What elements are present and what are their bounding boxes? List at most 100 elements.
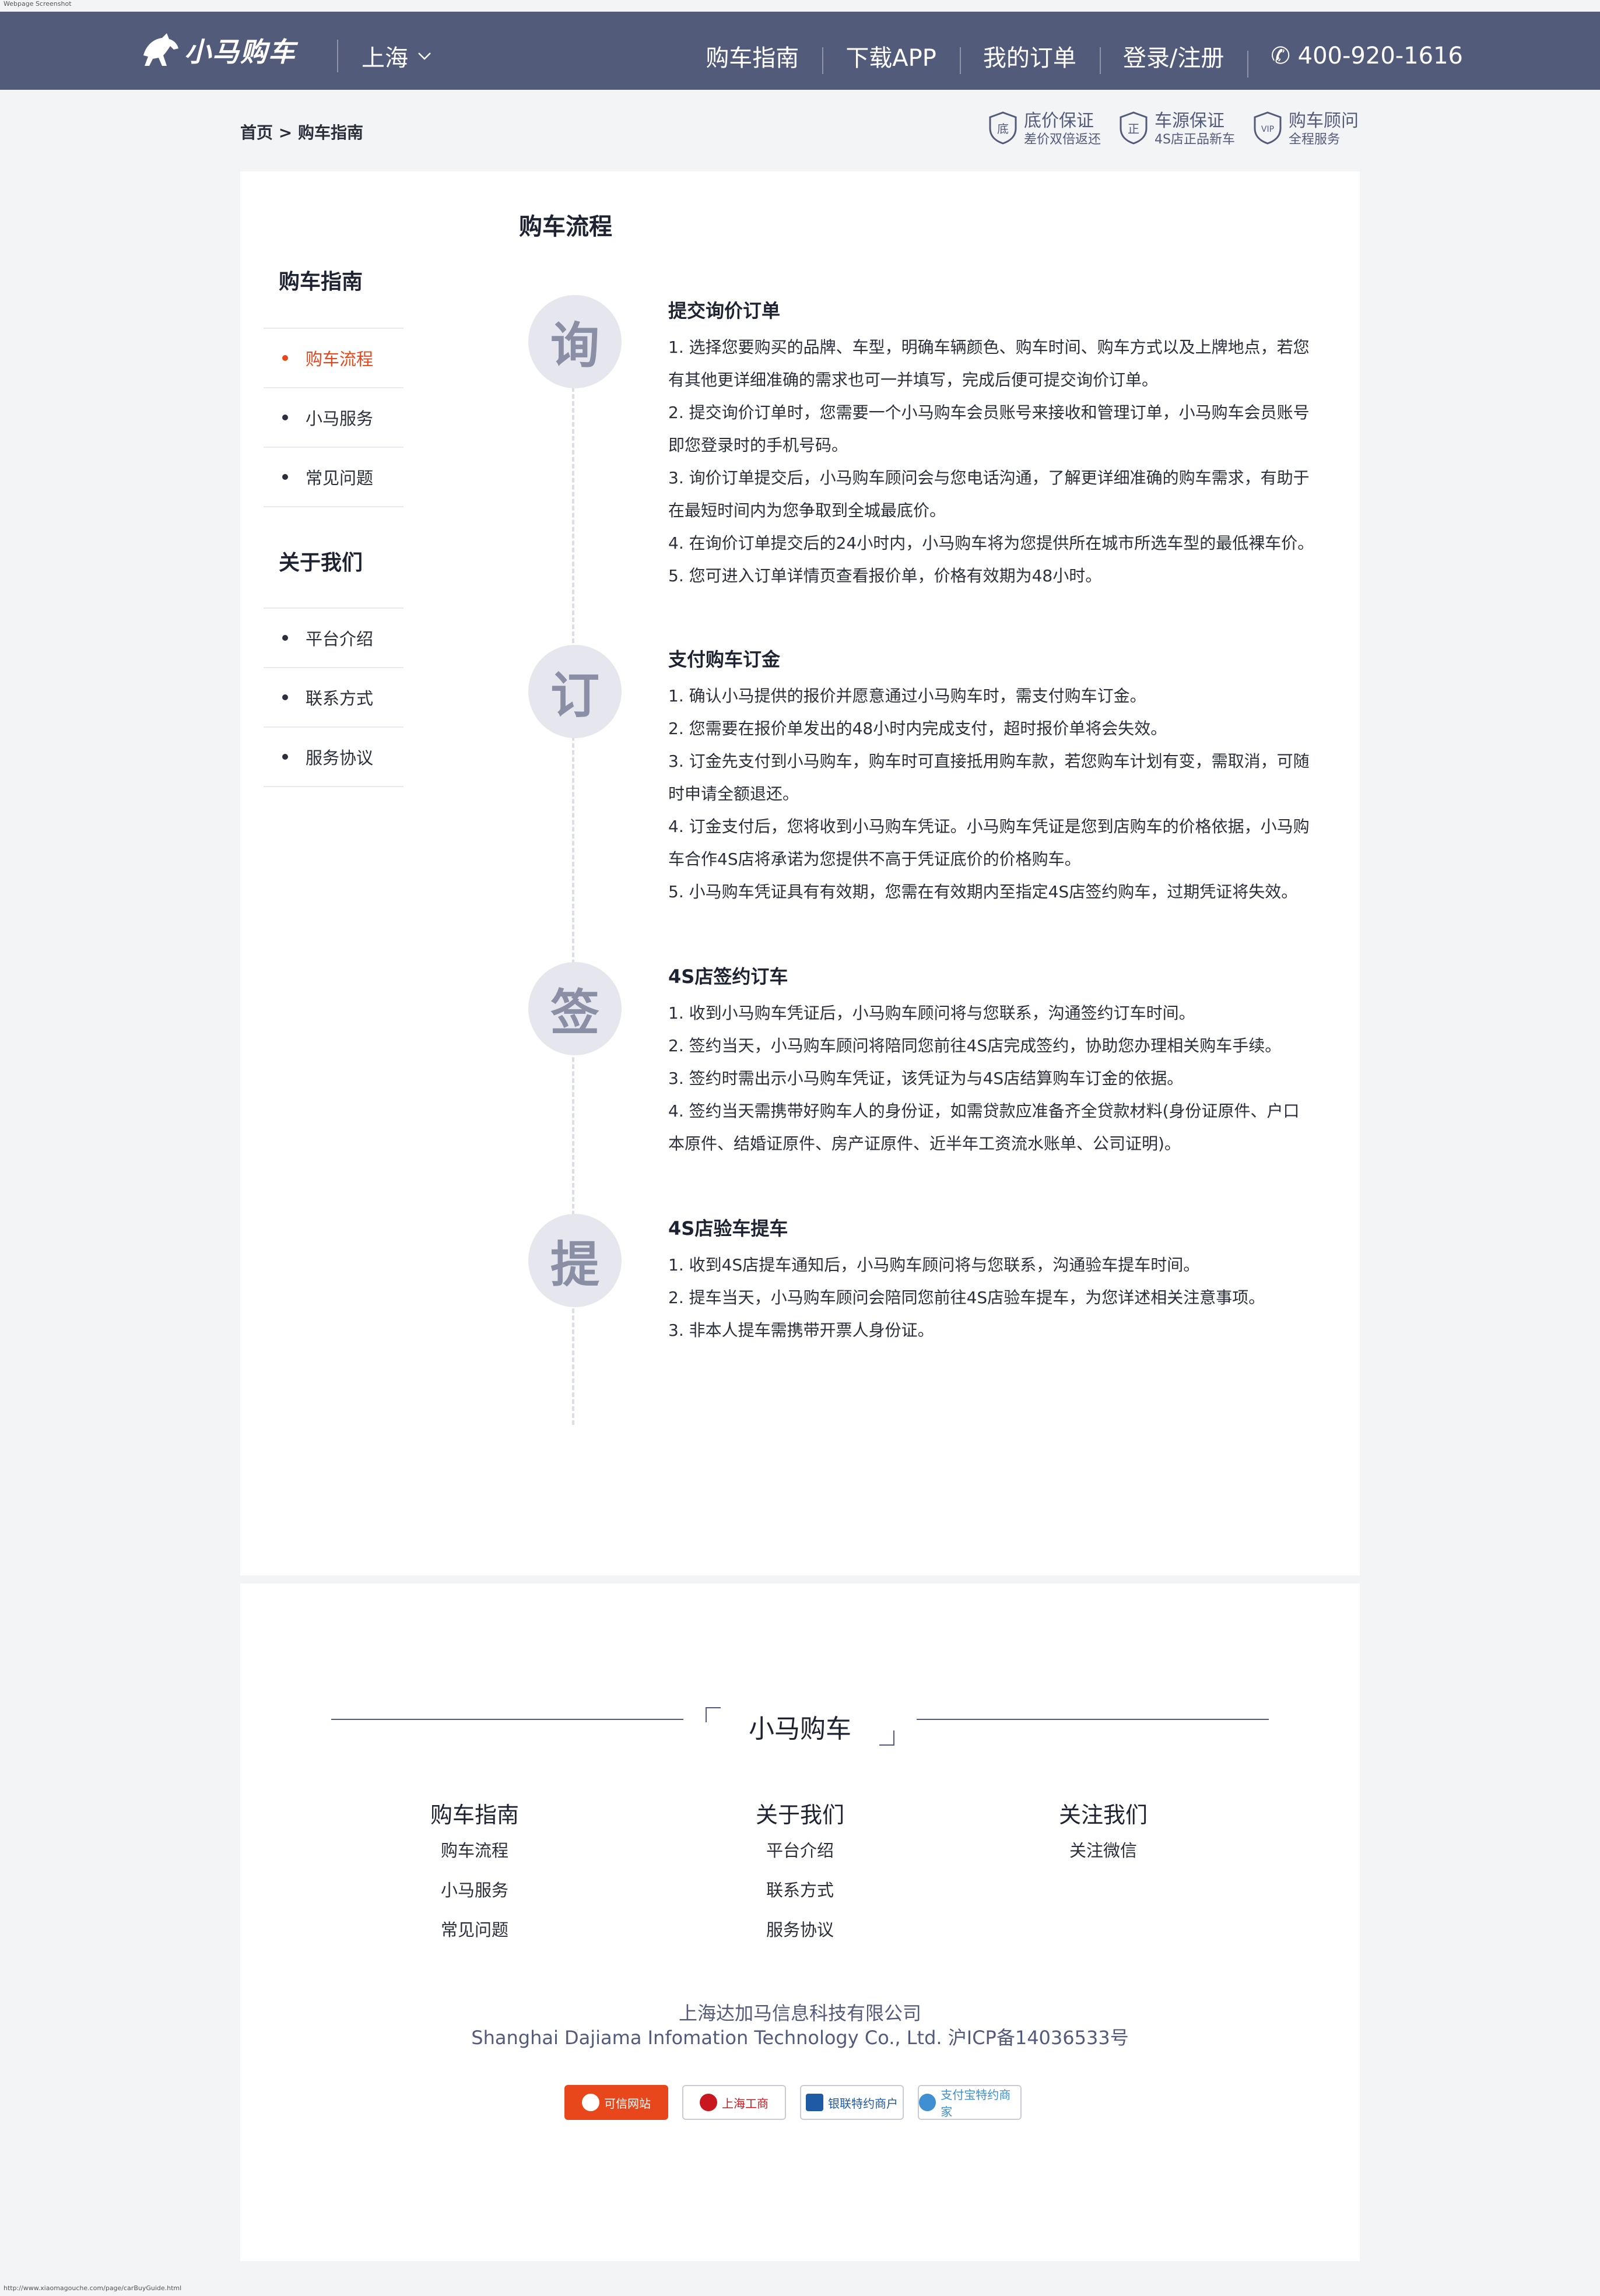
step-title: 4S店签约订车 [668, 966, 788, 988]
guarantee-lowest-price: 底 底价保证 差价双倍返还 [988, 111, 1101, 148]
main-content: 购车指南 购车流程 小马服务 常见问题 关于我们 平台介绍 联系方式 服务协议 … [240, 171, 1360, 1575]
step-badge-inquiry: 询 [528, 295, 622, 388]
step-sign: 4S店签约订车 1. 收到小马购车凭证后，小马购车顾问将与您联系，沟通签约订车时… [668, 962, 1321, 1160]
step-deposit: 支付购车订金 1. 确认小马提供的报价并愿意通过小马购车时，需支付购车订金。 2… [668, 645, 1321, 908]
step-text-line: 5. 您可进入订单详情页查看报价单，价格有效期为48小时。 [668, 566, 1102, 585]
step-text-line: 时申请全额退还。 [668, 784, 799, 803]
badge-label: 银联特约商户 [828, 2096, 898, 2111]
bullet-dot [282, 474, 288, 480]
sidebar-heading-guide: 购车指南 [279, 270, 363, 294]
badge-label: 支付宝特约商家 [941, 2088, 1011, 2119]
sidebar-item-label: 购车流程 [306, 349, 374, 369]
footer-col-title: 购车指南 [430, 1802, 519, 1828]
hotline-phone[interactable]: ✆ 400-920-1616 [1247, 43, 1463, 78]
step-text-line: 2. 提车当天，小马购车顾问会陪同您前往4S店验车提车，为您详述相关注意事项。 [668, 1288, 1265, 1307]
unionpay-icon [806, 2094, 823, 2111]
brand-name: 小马购车 [184, 36, 296, 68]
sidebar-item-agreement[interactable]: 服务协议 [264, 728, 403, 787]
sidebar-item-label: 服务协议 [306, 748, 374, 768]
footer-divider-right [917, 1719, 1269, 1720]
nav-login-register[interactable]: 登录/注册 [1099, 39, 1247, 74]
step-title: 4S店验车提车 [668, 1217, 788, 1240]
badge-label: 可信网站 [604, 2096, 651, 2111]
sidebar-about-list: 平台介绍 联系方式 服务协议 [264, 608, 403, 787]
step-text-line: 3. 非本人提车需携带开票人身份证。 [668, 1321, 934, 1340]
step-text-line: 3. 询价订单提交后，小马购车顾问会与您电话沟通，了解更详细准确的购车需求，有助… [668, 468, 1310, 487]
footer-link-faq[interactable]: 常见问题 [387, 1910, 562, 1950]
footer-link-wechat[interactable]: 关注微信 [1016, 1831, 1191, 1870]
city-selector[interactable]: 上海 [362, 35, 431, 77]
bullet-dot [282, 415, 288, 420]
sidebar-heading-about: 关于我们 [279, 551, 363, 575]
footer-col-follow: 关注我们 关注微信 [1016, 1797, 1191, 1870]
guarantee-advisor: VIP 购车顾问 全程服务 [1252, 111, 1359, 148]
shanghai-business-badge[interactable]: 上海工商 [682, 2085, 786, 2120]
vip-shield-icon: VIP [1254, 111, 1282, 145]
footer: 小马购车 购车指南 购车流程 小马服务 常见问题 关于我们 平台介绍 联系方式 … [240, 1584, 1360, 2261]
shield-icon: 正 [1120, 111, 1148, 145]
sidebar-guide-list: 购车流程 小马服务 常见问题 [264, 328, 403, 507]
screenshot-caption: Webpage Screenshot [3, 0, 72, 8]
step-text-line: 1. 收到4S店提车通知后，小马购车顾问将与您联系，沟通验车提车时间。 [668, 1255, 1200, 1275]
breadcrumb-separator: > [273, 123, 298, 142]
step-title: 提交询价订单 [668, 300, 781, 322]
step-badge-sign: 签 [528, 962, 622, 1055]
step-badge-pickup: 提 [528, 1214, 622, 1307]
sidebar-item-label: 平台介绍 [306, 629, 374, 649]
horse-icon [143, 33, 178, 66]
nav-buy-guide[interactable]: 购车指南 [682, 39, 822, 73]
badge-label: 上海工商 [722, 2096, 769, 2111]
sidebar-item-services[interactable]: 小马服务 [264, 388, 403, 448]
guarantee-genuine-car: 正 车源保证 4S店正品新车 [1118, 111, 1235, 148]
trust-badges: 可信网站 上海工商 银联特约商户 支付宝特约商家 [564, 2085, 1036, 2120]
step-title: 支付购车订金 [668, 648, 781, 670]
sidebar-item-contact[interactable]: 联系方式 [264, 668, 403, 728]
trusted-site-badge[interactable]: 可信网站 [564, 2085, 668, 2120]
footer-col-title: 关注我们 [1058, 1802, 1148, 1828]
shield-icon: 底 [989, 111, 1017, 145]
guarantee-subtitle: 4S店正品新车 [1155, 132, 1235, 147]
alipay-badge[interactable]: 支付宝特约商家 [918, 2085, 1022, 2120]
footer-link-process[interactable]: 购车流程 [387, 1831, 562, 1870]
step-pickup: 4S店验车提车 1. 收到4S店提车通知后，小马购车顾问将与您联系，沟通验车提车… [668, 1214, 1321, 1347]
step-text-line: 本原件、结婚证原件、房产证原件、近半年工资流水账单、公司证明)。 [668, 1134, 1181, 1153]
footer-link-agreement[interactable]: 服务协议 [713, 1910, 887, 1950]
guarantee-title: 车源保证 [1155, 111, 1225, 131]
footer-link-services[interactable]: 小马服务 [387, 1870, 562, 1910]
step-text-line: 3. 订金先支付到小马购车，购车时可直接抵用购车款，若您购车计划有变，需取消，可… [668, 752, 1310, 771]
chevron-down-icon [418, 52, 431, 60]
brand-logo[interactable]: 小马购车 [140, 29, 296, 71]
bullet-dot [282, 754, 288, 760]
sidebar-item-buy-process[interactable]: 购车流程 [264, 329, 403, 388]
header-divider [337, 40, 338, 72]
nav-download-app[interactable]: 下载APP [822, 39, 960, 74]
guarantee-subtitle: 差价双倍返还 [1024, 132, 1101, 147]
footer-link-platform[interactable]: 平台介绍 [713, 1831, 887, 1870]
step-text-line: 4. 在询价订单提交后的24小时内，小马购车将为您提供所在城市所选车型的最低裸车… [668, 533, 1314, 553]
page-title: 购车流程 [519, 213, 612, 240]
step-text-line: 车合作4S店将承诺为您提供不高于凭证底价的价格购车。 [668, 849, 1081, 869]
trusted-site-icon [582, 2094, 599, 2111]
footer-col-title: 关于我们 [755, 1802, 844, 1828]
breadcrumb-current: 购车指南 [297, 123, 363, 142]
page-url: http://www.xiaomagouche.com/page/carBuyG… [3, 2284, 182, 2292]
guarantee-title: 底价保证 [1024, 111, 1094, 131]
top-header: 小马购车 上海 购车指南 下载APP 我的订单 登录/注册 ✆ 400-920-… [0, 12, 1600, 90]
sidebar-item-faq[interactable]: 常见问题 [264, 448, 403, 507]
footer-brand: 小马购车 [706, 1706, 894, 1747]
step-inquiry: 提交询价订单 1. 选择您要购买的品牌、车型，明确车辆颜色、购车时间、购车方式以… [668, 296, 1321, 592]
breadcrumb-home-link[interactable]: 首页 [240, 123, 273, 142]
step-text-line: 1. 确认小马提供的报价并愿意通过小马购车时，需支付购车订金。 [668, 686, 1146, 705]
guarantee-title: 购车顾问 [1289, 111, 1359, 131]
company-info: 上海达加马信息科技有限公司 Shanghai Dajiama Infomatio… [240, 2001, 1360, 2050]
footer-col-guide: 购车指南 购车流程 小马服务 常见问题 [387, 1797, 562, 1950]
step-badge-deposit: 订 [528, 645, 622, 738]
nav-my-orders[interactable]: 我的订单 [959, 39, 1100, 74]
sidebar-item-platform[interactable]: 平台介绍 [264, 609, 403, 668]
footer-link-contact[interactable]: 联系方式 [713, 1870, 887, 1910]
step-text-line: 5. 小马购车凭证具有有效期，您需在有效期内至指定4S店签约购车，过期凭证将失效… [668, 882, 1298, 901]
step-text-line: 4. 订金支付后，您将收到小马购车凭证。小马购车凭证是您到店购车的价格依据，小马… [668, 817, 1310, 836]
unionpay-badge[interactable]: 银联特约商户 [800, 2085, 904, 2120]
step-text-line: 1. 选择您要购买的品牌、车型，明确车辆颜色、购车时间、购车方式以及上牌地点，若… [668, 338, 1310, 357]
guarantee-subtitle: 全程服务 [1289, 132, 1341, 147]
